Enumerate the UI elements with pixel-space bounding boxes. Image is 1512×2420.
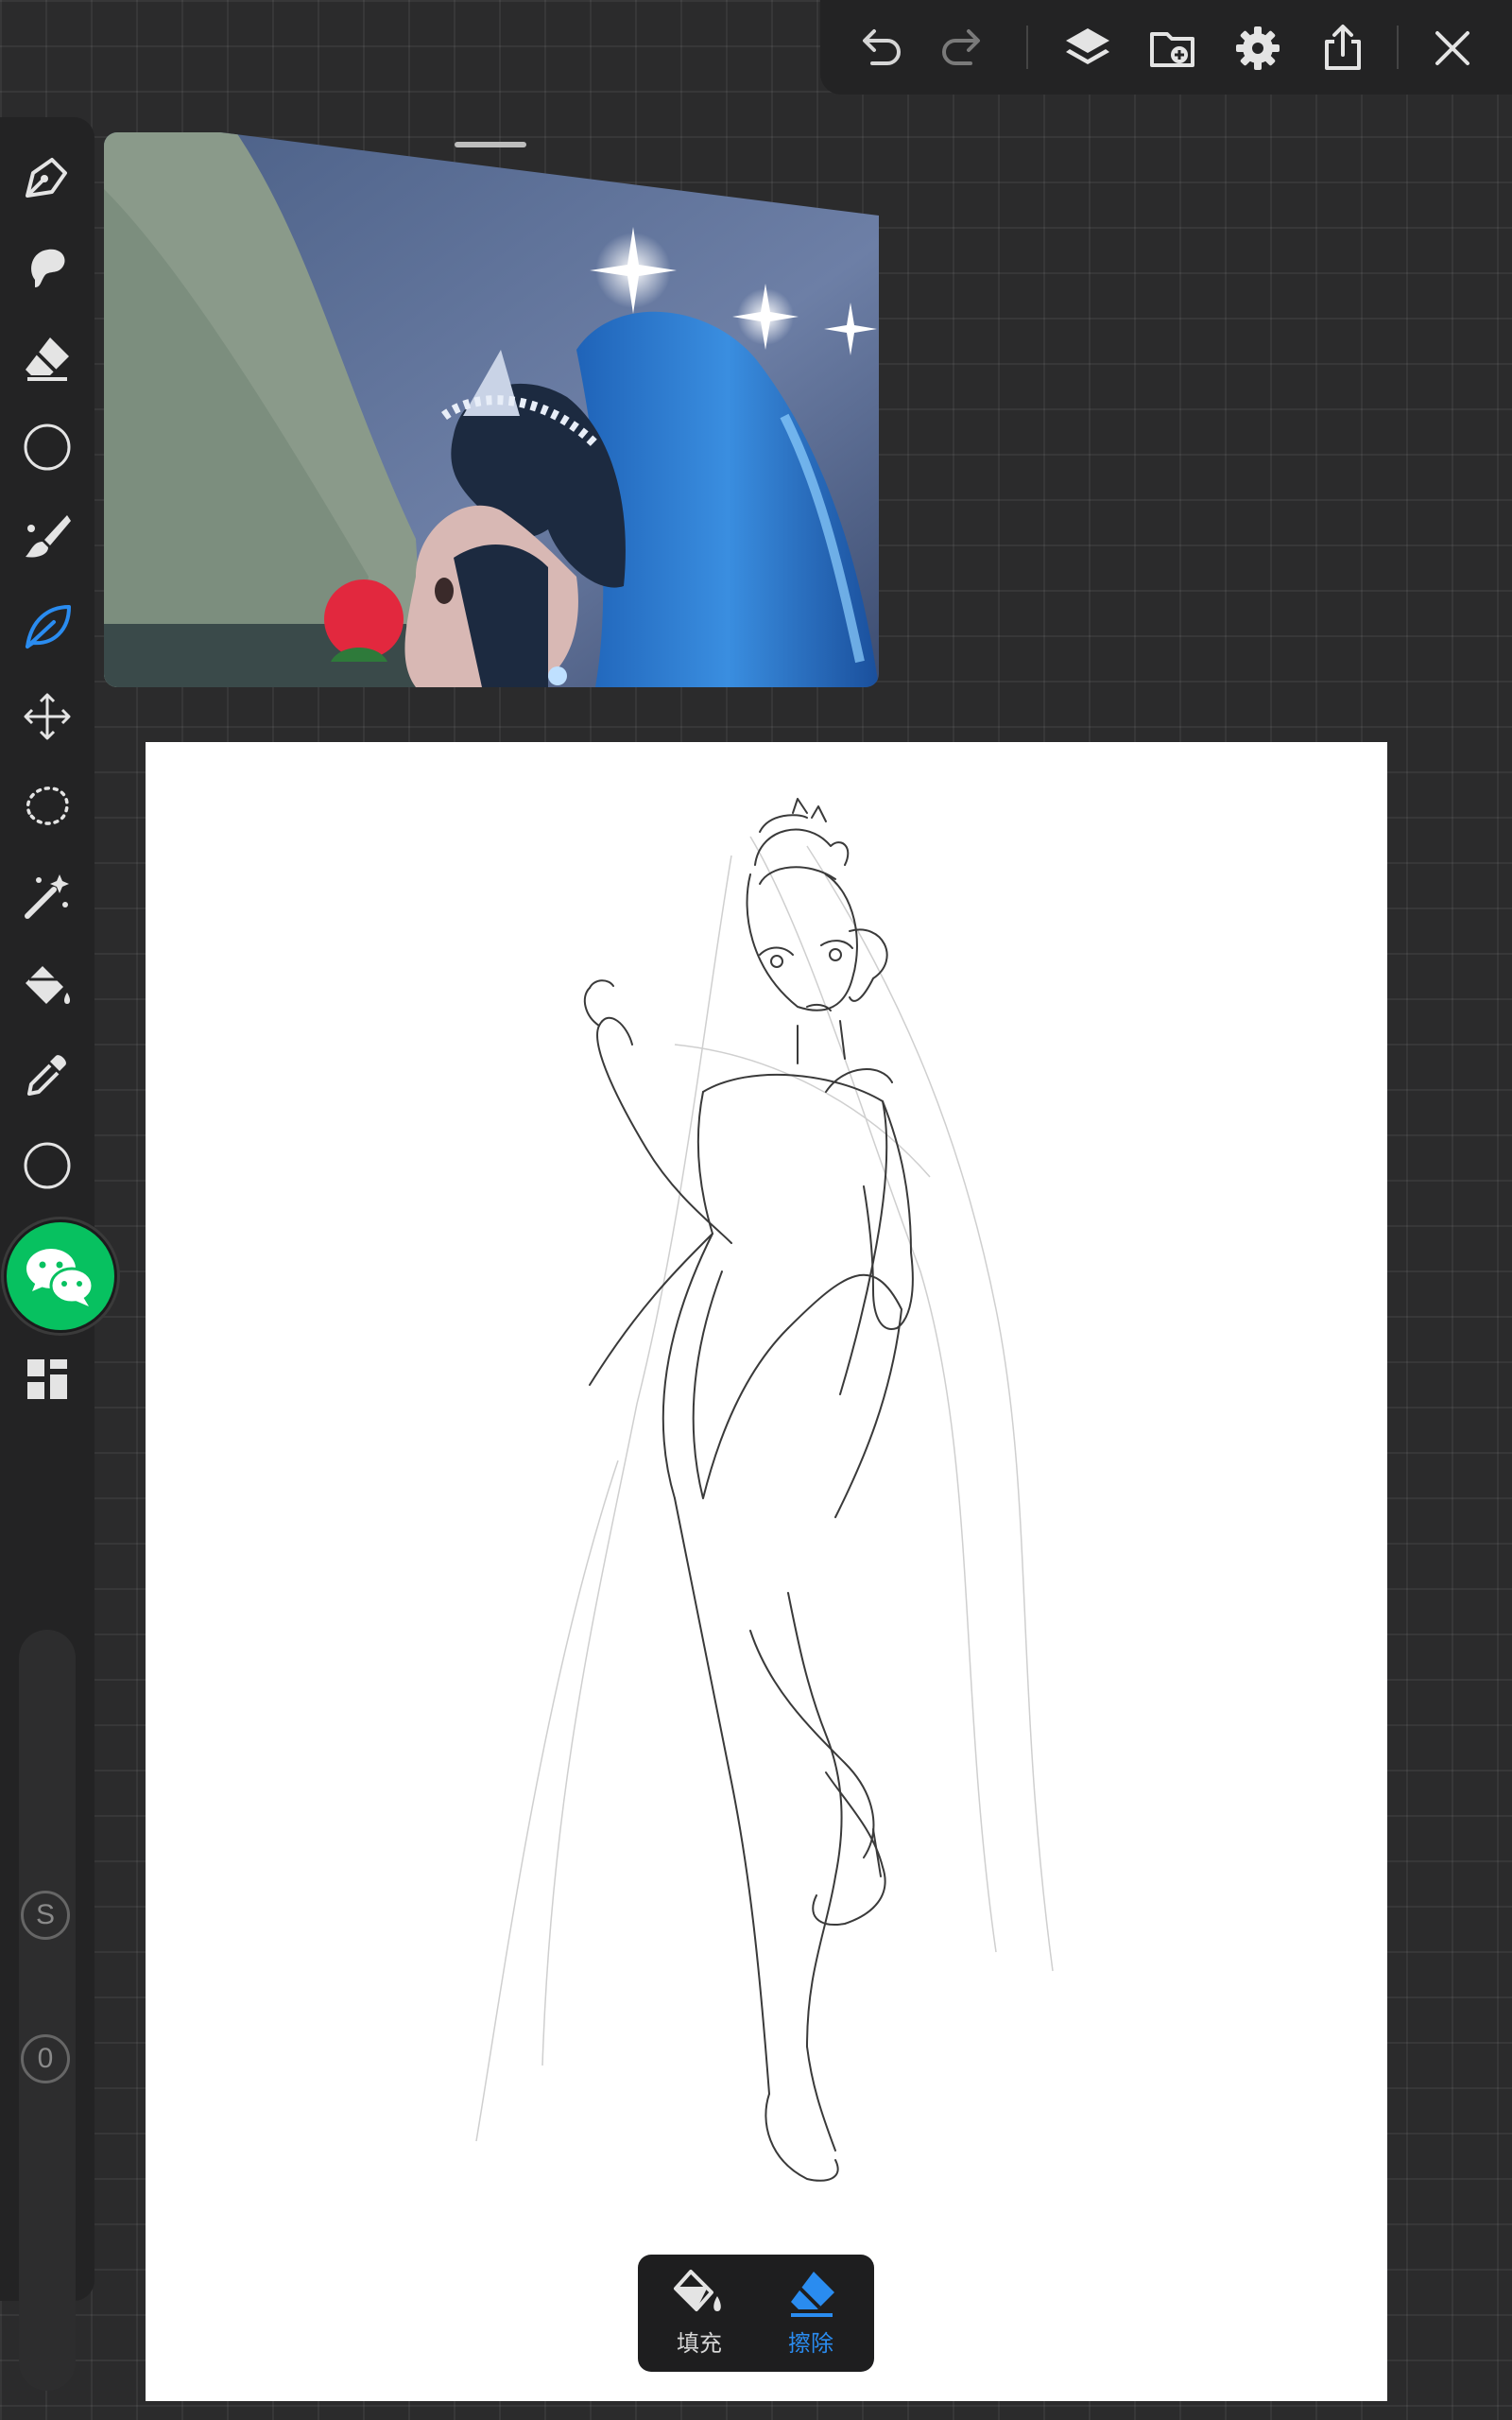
brush-icon bbox=[26, 515, 71, 558]
lasso-icon bbox=[26, 786, 69, 825]
drawing-canvas[interactable] bbox=[146, 742, 1387, 2401]
magic-wand-icon bbox=[25, 874, 69, 919]
gallery-tool[interactable] bbox=[17, 1349, 77, 1409]
settings-button[interactable] bbox=[1230, 21, 1285, 76]
eraser-icon bbox=[26, 337, 69, 381]
grid-icon bbox=[27, 1359, 67, 1399]
import-button[interactable] bbox=[1145, 21, 1200, 76]
toolbar-divider bbox=[1026, 26, 1028, 69]
left-toolbar: S 0 bbox=[0, 117, 94, 2391]
fill-bucket-icon bbox=[26, 966, 70, 1004]
eyedropper-icon bbox=[27, 1055, 66, 1096]
color-circle-icon bbox=[24, 424, 71, 471]
pen-icon bbox=[26, 158, 67, 198]
pen-tool[interactable] bbox=[17, 147, 77, 208]
share-icon bbox=[1325, 25, 1361, 70]
magic-wand-tool[interactable] bbox=[17, 866, 77, 926]
redo-button[interactable] bbox=[936, 21, 990, 76]
size-badge: S bbox=[21, 1891, 70, 1940]
fill-tool[interactable] bbox=[17, 956, 77, 1016]
undo-icon bbox=[863, 29, 901, 65]
wechat-floating-button[interactable] bbox=[4, 1219, 117, 1333]
brush-tool[interactable] bbox=[17, 507, 77, 567]
opacity-badge: 0 bbox=[21, 2034, 70, 2083]
import-icon bbox=[1150, 32, 1194, 67]
lasso-tool[interactable] bbox=[17, 776, 77, 837]
reference-image bbox=[104, 132, 879, 687]
settings-icon bbox=[1236, 26, 1280, 70]
share-button[interactable] bbox=[1315, 21, 1370, 76]
close-button[interactable] bbox=[1425, 21, 1480, 76]
fill-label: 填充 bbox=[677, 2331, 722, 2357]
erase-label: 擦除 bbox=[788, 2331, 833, 2357]
erase-button[interactable]: 擦除 bbox=[755, 2255, 867, 2372]
close-icon bbox=[1435, 31, 1469, 65]
brush-size-slider[interactable]: S 0 bbox=[19, 1630, 76, 2391]
layers-button[interactable] bbox=[1060, 21, 1115, 76]
line-art-sketch bbox=[475, 798, 1054, 2182]
fill-erase-popup: 填充 擦除 bbox=[638, 2255, 874, 2372]
redo-icon bbox=[942, 29, 980, 65]
smudge-icon bbox=[31, 249, 65, 287]
fill-bucket-icon bbox=[674, 2270, 721, 2311]
reference-window-handle[interactable] bbox=[455, 142, 526, 147]
transform-icon bbox=[24, 693, 71, 740]
eraser-icon bbox=[791, 2272, 834, 2317]
eyedropper-tool[interactable] bbox=[17, 1046, 77, 1106]
color-circle-icon bbox=[24, 1142, 71, 1189]
toolbar-divider bbox=[1397, 26, 1399, 69]
top-toolbar bbox=[820, 0, 1512, 95]
transform-tool[interactable] bbox=[17, 686, 77, 747]
color-picker-secondary[interactable] bbox=[17, 1135, 77, 1196]
smudge-tool[interactable] bbox=[17, 237, 77, 298]
wechat-icon bbox=[26, 1249, 94, 1306]
reference-image-window[interactable] bbox=[104, 132, 879, 687]
eraser-tool[interactable] bbox=[17, 327, 77, 388]
fill-button[interactable]: 填充 bbox=[644, 2255, 755, 2372]
leaf-brush-icon bbox=[26, 605, 71, 648]
undo-button[interactable] bbox=[852, 21, 907, 76]
color-picker-primary[interactable] bbox=[17, 417, 77, 477]
layers-icon bbox=[1066, 28, 1109, 64]
leaf-brush-tool[interactable] bbox=[17, 596, 77, 657]
